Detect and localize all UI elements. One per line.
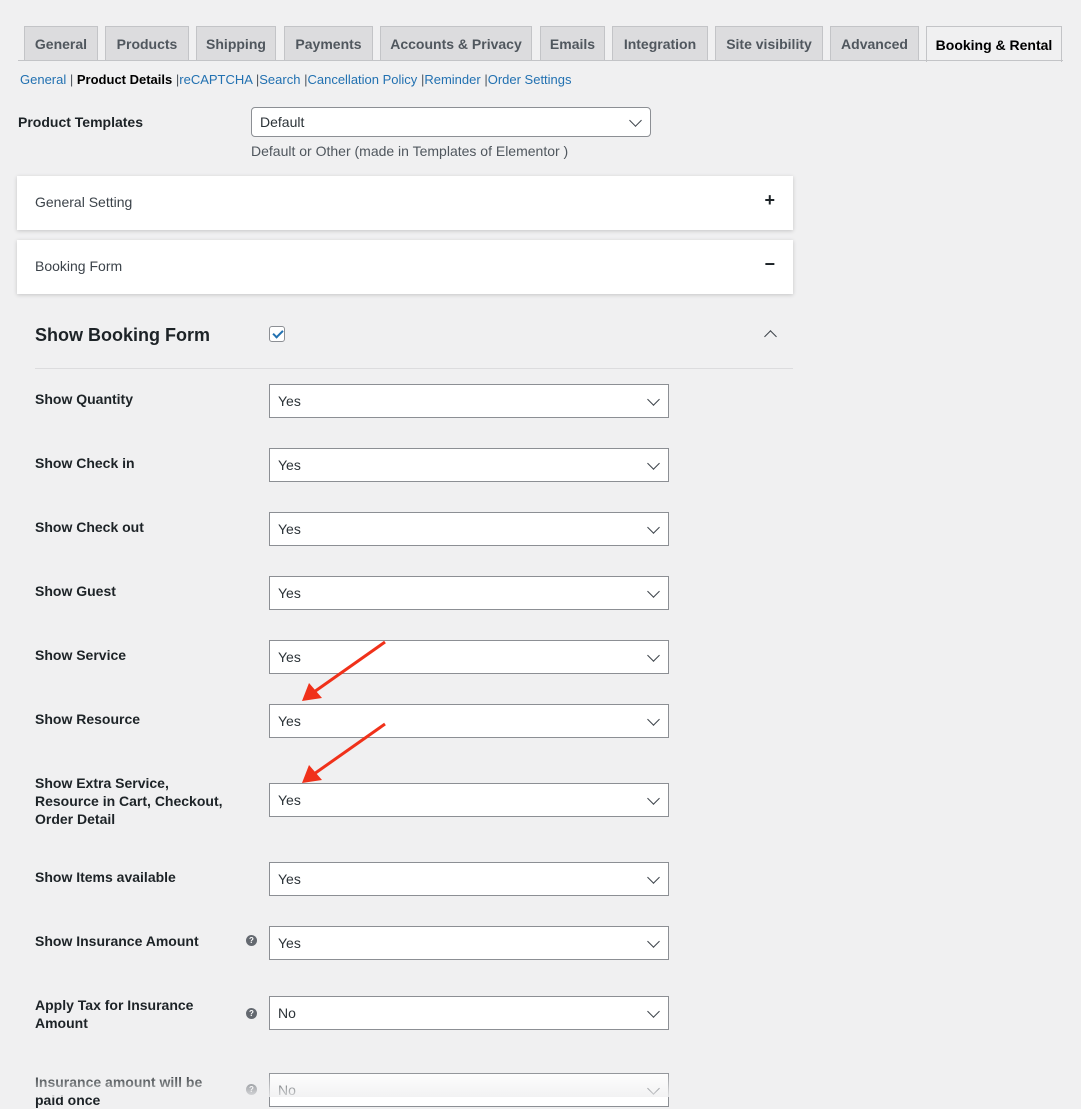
booking-form-panel[interactable]: Booking Form − <box>17 240 793 294</box>
general-setting-panel[interactable]: General Setting + <box>17 176 793 230</box>
subnav-separator: | <box>69 72 74 87</box>
show-extra-service-select[interactable]: Yes <box>269 783 669 817</box>
help-icon[interactable]: ? <box>246 1008 257 1019</box>
tab-shipping[interactable]: Shipping <box>196 26 276 61</box>
insurance-paid-once-select[interactable]: No <box>269 1073 669 1107</box>
select-value: Yes <box>278 792 301 808</box>
apply-tax-insurance-select[interactable]: No <box>269 996 669 1030</box>
tab-payments[interactable]: Payments <box>284 26 373 61</box>
field-label-show-guest: Show Guest <box>35 583 116 599</box>
tab-site-visibility[interactable]: Site visibility <box>715 26 823 61</box>
expand-plus-icon[interactable]: + <box>764 190 775 211</box>
field-label-show-extra-service: Show Extra Service, Resource in Cart, Ch… <box>35 775 223 827</box>
subnav-order-settings[interactable]: Order Settings <box>488 72 572 87</box>
help-icon[interactable]: ? <box>246 1084 257 1095</box>
chevron-down-icon <box>647 713 660 726</box>
tabs-divider <box>18 60 1063 61</box>
subnav-product-details: Product Details <box>76 72 173 87</box>
field-label-insurance-paid-once: Insurance amount will be paid once <box>35 1074 203 1108</box>
chevron-down-icon <box>647 393 660 406</box>
select-value: Yes <box>278 713 301 729</box>
tab-products[interactable]: Products <box>105 26 189 61</box>
field-label-show-service: Show Service <box>35 647 127 663</box>
chevron-down-icon <box>647 457 660 470</box>
show-check-out-select[interactable]: Yes <box>269 512 669 546</box>
show-quantity-select[interactable]: Yes <box>269 384 669 418</box>
select-value: Yes <box>278 871 301 887</box>
collapse-minus-icon[interactable]: − <box>764 254 775 275</box>
product-templates-description: Default or Other (made in Templates of E… <box>251 143 569 159</box>
product-templates-value: Default <box>260 114 305 130</box>
field-label-show-insurance-amount: Show Insurance Amount <box>35 933 199 949</box>
subnav-cancellation-policy[interactable]: Cancellation Policy <box>307 72 417 87</box>
select-value: Yes <box>278 585 301 601</box>
chevron-down-icon <box>647 585 660 598</box>
field-label-show-resource: Show Resource <box>35 711 141 727</box>
subnav-recaptcha[interactable]: reCAPTCHA <box>179 72 252 87</box>
subnav-reminder[interactable]: Reminder <box>424 72 480 87</box>
tab-accounts-privacy[interactable]: Accounts & Privacy <box>380 26 532 61</box>
chevron-down-icon <box>647 1005 660 1018</box>
field-label-show-items-available: Show Items available <box>35 869 176 885</box>
chevron-down-icon <box>647 792 660 805</box>
tab-booking-rental[interactable]: Booking & Rental <box>926 26 1062 62</box>
chevron-down-icon <box>647 1082 660 1095</box>
select-value: Yes <box>278 935 301 951</box>
chevron-down-icon <box>647 871 660 884</box>
field-label-apply-tax-insurance: Apply Tax for Insurance Amount <box>35 997 194 1031</box>
section-divider <box>35 368 793 369</box>
field-label-show-quantity: Show Quantity <box>35 391 133 407</box>
show-booking-form-heading: Show Booking Form <box>35 325 210 345</box>
show-resource-select[interactable]: Yes <box>269 704 669 738</box>
section-subnav: General | Product Details |reCAPTCHA |Se… <box>20 72 572 87</box>
subnav-search[interactable]: Search <box>259 72 300 87</box>
chevron-down-icon <box>629 114 642 127</box>
select-value: No <box>278 1082 296 1098</box>
show-items-available-select[interactable]: Yes <box>269 862 669 896</box>
select-value: Yes <box>278 649 301 665</box>
show-check-in-select[interactable]: Yes <box>269 448 669 482</box>
tab-advanced[interactable]: Advanced <box>830 26 919 61</box>
chevron-down-icon <box>647 521 660 534</box>
booking-form-title: Booking Form <box>35 258 123 274</box>
general-setting-title: General Setting <box>35 194 133 210</box>
field-label-show-check-out: Show Check out <box>35 519 144 535</box>
show-insurance-amount-select[interactable]: Yes <box>269 926 669 960</box>
help-icon[interactable]: ? <box>246 935 257 946</box>
tab-integration[interactable]: Integration <box>612 26 708 61</box>
subnav-general[interactable]: General <box>20 72 66 87</box>
tab-emails[interactable]: Emails <box>540 26 605 61</box>
select-value: No <box>278 1005 296 1021</box>
select-value: Yes <box>278 393 301 409</box>
select-value: Yes <box>278 521 301 537</box>
chevron-up-icon[interactable] <box>764 330 777 343</box>
show-guest-select[interactable]: Yes <box>269 576 669 610</box>
product-templates-label: Product Templates <box>18 114 143 130</box>
show-booking-form-checkbox[interactable] <box>269 326 285 342</box>
show-service-select[interactable]: Yes <box>269 640 669 674</box>
product-templates-select[interactable]: Default <box>251 107 651 137</box>
tab-general[interactable]: General <box>24 26 98 61</box>
select-value: Yes <box>278 457 301 473</box>
chevron-down-icon <box>647 649 660 662</box>
field-label-show-check-in: Show Check in <box>35 455 135 471</box>
chevron-down-icon <box>647 935 660 948</box>
